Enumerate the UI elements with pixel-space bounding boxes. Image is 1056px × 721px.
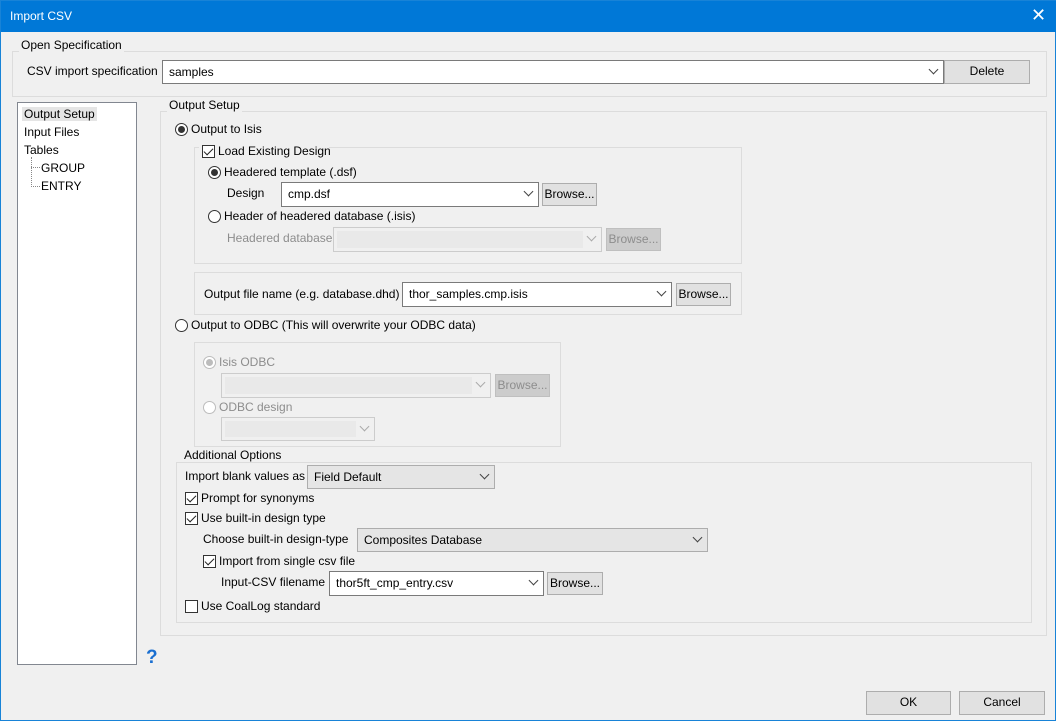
output-isis-label: Output to Isis xyxy=(191,122,262,136)
ok-button[interactable]: OK xyxy=(866,691,951,715)
tree-connector xyxy=(31,186,40,187)
odbc-design-combo[interactable] xyxy=(221,417,375,441)
chevron-down-icon[interactable] xyxy=(528,575,539,586)
isis-odbc-browse-button[interactable]: Browse... xyxy=(495,374,550,397)
design-label: Design xyxy=(227,186,265,200)
blank-values-select[interactable]: Field Default xyxy=(307,465,495,489)
design-value: cmp.dsf xyxy=(288,187,331,201)
tree-item-entry[interactable]: ENTRY xyxy=(41,179,81,193)
input-csv-combo[interactable]: thor5ft_cmp_entry.csv xyxy=(329,571,544,596)
single-csv-checkbox[interactable] xyxy=(203,555,216,568)
choose-design-value: Composites Database xyxy=(364,533,483,547)
headered-db-browse-button[interactable]: Browse... xyxy=(606,228,661,251)
tree-item-input-files[interactable]: Input Files xyxy=(24,125,79,139)
output-file-label: Output file name (e.g. database.dhd) xyxy=(204,287,400,301)
isis-odbc-label: Isis ODBC xyxy=(219,355,276,369)
coallog-checkbox[interactable] xyxy=(185,600,198,613)
input-csv-label: Input-CSV filename xyxy=(221,575,326,589)
tree-connector xyxy=(31,167,40,168)
prompt-synonyms-checkbox[interactable] xyxy=(185,492,198,505)
header-db-radio[interactable] xyxy=(208,210,221,223)
tree-item-group[interactable]: GROUP xyxy=(41,161,85,175)
input-csv-browse-button[interactable]: Browse... xyxy=(547,572,603,595)
header-db-label: Header of headered database (.isis) xyxy=(224,209,416,223)
coallog-label: Use CoalLog standard xyxy=(201,599,321,613)
navigation-tree[interactable]: Output Setup Input Files Tables GROUP EN… xyxy=(17,102,137,665)
output-file-combo[interactable]: thor_samples.cmp.isis xyxy=(402,282,672,307)
choose-design-select[interactable]: Composites Database xyxy=(357,528,708,552)
combo-field xyxy=(225,421,356,437)
window-title: Import CSV xyxy=(10,9,73,23)
cancel-button[interactable]: Cancel xyxy=(959,691,1045,715)
design-combo[interactable]: cmp.dsf xyxy=(281,182,539,207)
odbc-design-label: ODBC design xyxy=(219,400,293,414)
output-isis-radio[interactable] xyxy=(175,123,188,136)
tree-item-tables[interactable]: Tables xyxy=(24,143,59,157)
chevron-down-icon[interactable] xyxy=(692,532,703,543)
odbc-design-radio[interactable] xyxy=(203,401,216,414)
input-csv-value: thor5ft_cmp_entry.csv xyxy=(336,576,454,590)
additional-options-legend: Additional Options xyxy=(182,448,284,462)
combo-field xyxy=(337,231,583,248)
load-existing-checkbox[interactable] xyxy=(202,145,215,158)
title-bar: Import CSV ✕ xyxy=(1,1,1056,32)
isis-odbc-combo[interactable] xyxy=(221,373,491,398)
blank-values-value: Field Default xyxy=(314,470,382,484)
chevron-down-icon[interactable] xyxy=(359,421,370,432)
combo-field xyxy=(225,377,472,394)
tree-item-output-setup[interactable]: Output Setup xyxy=(22,107,97,121)
csv-spec-value: samples xyxy=(169,65,214,79)
headered-template-radio[interactable] xyxy=(208,166,221,179)
choose-design-label: Choose built-in design-type xyxy=(203,532,349,546)
headered-template-label: Headered template (.dsf) xyxy=(224,165,357,179)
chevron-down-icon[interactable] xyxy=(928,64,939,75)
tree-connector xyxy=(31,157,40,187)
isis-odbc-radio[interactable] xyxy=(203,356,216,369)
prompt-synonyms-label: Prompt for synonyms xyxy=(201,491,315,505)
csv-spec-label: CSV import specification xyxy=(27,64,158,78)
headered-db-combo[interactable] xyxy=(333,227,602,252)
chevron-down-icon[interactable] xyxy=(523,186,534,197)
open-specification-legend: Open Specification xyxy=(19,38,124,52)
close-icon[interactable]: ✕ xyxy=(1031,5,1046,26)
output-file-value: thor_samples.cmp.isis xyxy=(409,287,528,301)
load-existing-label: Load Existing Design xyxy=(218,144,331,158)
chevron-down-icon[interactable] xyxy=(475,377,486,388)
output-odbc-radio[interactable] xyxy=(175,319,188,332)
delete-button[interactable]: Delete xyxy=(944,60,1030,84)
design-browse-button[interactable]: Browse... xyxy=(542,183,597,206)
use-builtin-checkbox[interactable] xyxy=(185,512,198,525)
help-icon[interactable]: ? xyxy=(146,647,158,669)
chevron-down-icon[interactable] xyxy=(586,231,597,242)
chevron-down-icon[interactable] xyxy=(479,469,490,480)
output-odbc-label: Output to ODBC (This will overwrite your… xyxy=(191,318,476,332)
csv-spec-combo[interactable]: samples xyxy=(162,60,944,84)
single-csv-label: Import from single csv file xyxy=(219,554,356,568)
chevron-down-icon[interactable] xyxy=(656,286,667,297)
use-builtin-label: Use built-in design type xyxy=(201,511,326,525)
blank-values-label: Import blank values as xyxy=(185,469,306,483)
output-setup-legend: Output Setup xyxy=(167,98,242,112)
output-file-browse-button[interactable]: Browse... xyxy=(676,283,731,306)
headered-db-label: Headered database xyxy=(227,231,333,245)
